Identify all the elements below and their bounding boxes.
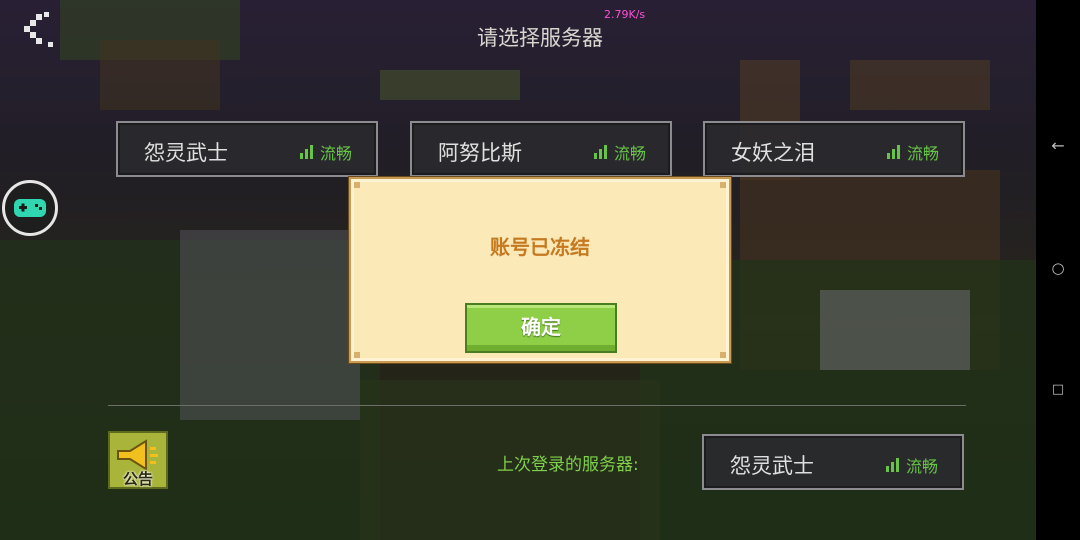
page-title: 请选择服务器 bbox=[477, 26, 603, 50]
network-speed: 2.79K/s bbox=[604, 8, 646, 21]
confirm-button[interactable]: 确定 bbox=[465, 303, 617, 353]
signal-icon bbox=[885, 458, 899, 472]
notice-button[interactable]: 公告 bbox=[108, 431, 168, 489]
divider bbox=[108, 405, 966, 406]
server-name: 怨灵武士 bbox=[144, 141, 228, 165]
nav-recents-icon[interactable]: □ bbox=[1036, 382, 1080, 397]
gamepad-icon bbox=[14, 199, 46, 217]
signal-icon bbox=[886, 145, 900, 159]
server-status: 流畅 bbox=[299, 140, 352, 164]
dialog-message: 账号已冻结 bbox=[490, 235, 590, 259]
gamepad-button[interactable] bbox=[2, 180, 58, 236]
server-status-label: 流畅 bbox=[905, 457, 938, 476]
server-name: 女妖之泪 bbox=[731, 141, 815, 165]
nav-home-icon[interactable]: ○ bbox=[1036, 259, 1080, 277]
server-status: 流畅 bbox=[886, 140, 939, 164]
server-item[interactable]: 阿努比斯 流畅 bbox=[410, 121, 672, 177]
signal-icon bbox=[299, 145, 313, 159]
alert-dialog: 账号已冻结 确定 bbox=[349, 177, 731, 363]
last-login-label: 上次登录的服务器: bbox=[497, 455, 639, 475]
system-nav-bar: ← ○ □ bbox=[1036, 0, 1080, 540]
notice-label: 公告 bbox=[122, 470, 153, 488]
signal-icon bbox=[593, 145, 607, 159]
server-status: 流畅 bbox=[885, 453, 938, 477]
server-name: 阿努比斯 bbox=[438, 141, 522, 165]
server-status-label: 流畅 bbox=[613, 144, 646, 163]
server-name: 怨灵武士 bbox=[730, 454, 814, 478]
server-status-label: 流畅 bbox=[319, 144, 352, 163]
server-status: 流畅 bbox=[593, 140, 646, 164]
server-item[interactable]: 怨灵武士 流畅 bbox=[116, 121, 378, 177]
server-item[interactable]: 女妖之泪 流畅 bbox=[703, 121, 965, 177]
nav-back-icon[interactable]: ← bbox=[1036, 136, 1080, 155]
server-status-label: 流畅 bbox=[906, 144, 939, 163]
last-login-server[interactable]: 怨灵武士 流畅 bbox=[702, 434, 964, 490]
